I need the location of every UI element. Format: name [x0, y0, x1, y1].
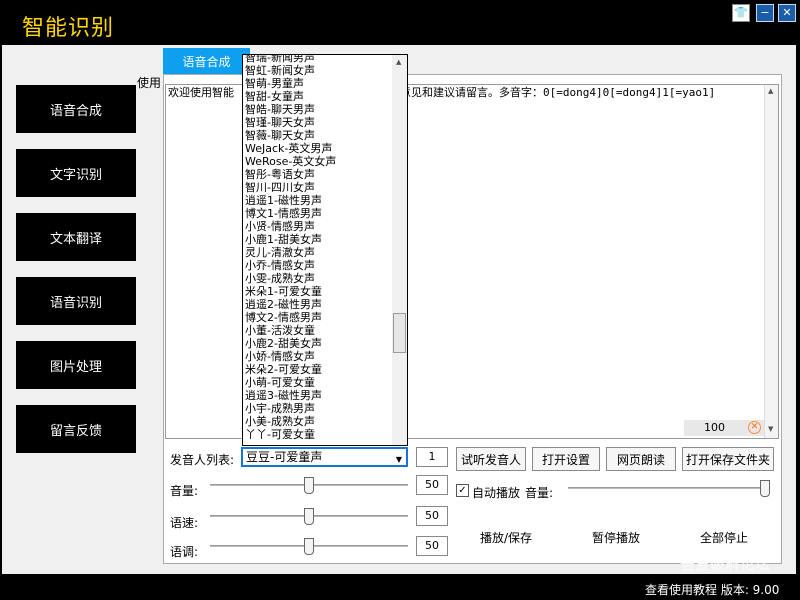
- pitch-slider[interactable]: [210, 538, 408, 555]
- open-settings-button[interactable]: 打开设置: [532, 447, 600, 471]
- voice-list-label: 发音人列表:: [170, 453, 235, 467]
- dropdown-option[interactable]: 智萌-男童声: [245, 77, 393, 90]
- dropdown-option[interactable]: 逍遥2-磁性男声: [245, 298, 393, 311]
- sidebar-item-speech-synthesis[interactable]: 语音合成: [16, 85, 136, 133]
- slider-thumb[interactable]: [304, 477, 314, 494]
- status-bar-text[interactable]: 查看使用教程 版本: 9.00: [645, 581, 779, 598]
- app-title: 智能识别: [22, 16, 115, 41]
- autoplay-label: 自动播放: [472, 486, 521, 500]
- dropdown-option[interactable]: 小娇-情感女声: [245, 350, 393, 363]
- dropdown-option[interactable]: 智甜-女童声: [245, 90, 393, 103]
- slider-track: [568, 487, 770, 489]
- stop-all-button[interactable]: 全部停止: [700, 529, 748, 546]
- pitch-label: 语调:: [170, 545, 199, 559]
- pitch-value-field[interactable]: 50: [416, 536, 448, 556]
- dropdown-option[interactable]: 小宇-成熟男声: [245, 402, 393, 415]
- dropdown-option[interactable]: 逍遥1-磁性男声: [245, 194, 393, 207]
- watermark: 吾爱破解论坛: [680, 555, 771, 573]
- play-save-button[interactable]: 播放/保存: [480, 529, 532, 546]
- app-window: 智能识别 👕 − ✕ 使用，如果有用请支持。 语音合成 文字识别 文本翻译 语音…: [0, 0, 800, 600]
- scroll-up-icon[interactable]: ▲: [768, 87, 773, 95]
- voice-index-field[interactable]: 1: [416, 447, 448, 467]
- voice-options: 智瑞-新闻男声 智虹-新闻女声 智萌-男童声 智甜-女童声 智皓-聊天男声 智瑾-聊天女声…: [245, 55, 393, 441]
- minimize-button[interactable]: −: [756, 4, 774, 22]
- slider-thumb[interactable]: [304, 538, 314, 555]
- scroll-thumb[interactable]: [393, 313, 406, 353]
- tab-speech-synthesis[interactable]: 语音合成: [163, 48, 250, 74]
- scroll-up-icon[interactable]: ▲: [396, 58, 401, 66]
- autoplay-checkbox[interactable]: ✓: [456, 484, 469, 497]
- volume-label: 音量:: [170, 484, 199, 498]
- volume-slider[interactable]: [210, 477, 408, 494]
- scroll-down-icon[interactable]: ▼: [768, 425, 773, 433]
- editor-text-left: 欢迎使用智能: [168, 86, 234, 99]
- dropdown-option[interactable]: 小鹿1-甜美女声: [245, 233, 393, 246]
- voice-selected-value: 豆豆-可爱童声: [246, 450, 323, 464]
- dropdown-option[interactable]: WeJack-英文男声: [245, 142, 393, 155]
- dropdown-option[interactable]: 米朵2-可爱女童: [245, 363, 393, 376]
- play-volume-label: 音量:: [525, 486, 554, 500]
- skin-icon[interactable]: 👕: [732, 4, 750, 22]
- dropdown-option[interactable]: 小乔-情感女声: [245, 259, 393, 272]
- dropdown-option[interactable]: 智瑞-新闻男声: [245, 55, 393, 64]
- sidebar-item-image-processing[interactable]: 图片处理: [16, 341, 136, 389]
- sidebar-item-speech-recognition[interactable]: 语音识别: [16, 277, 136, 325]
- speed-slider[interactable]: [210, 508, 408, 525]
- dropdown-option[interactable]: 智薇-聊天女声: [245, 129, 393, 142]
- dropdown-option[interactable]: 小贤-情感男声: [245, 220, 393, 233]
- speed-label: 语速:: [170, 516, 199, 530]
- dropdown-option[interactable]: 逍遥3-磁性男声: [245, 389, 393, 402]
- dropdown-option[interactable]: 小鹿2-甜美女声: [245, 337, 393, 350]
- slider-thumb[interactable]: [304, 508, 314, 525]
- voice-select[interactable]: 豆豆-可爱童声 ▼: [241, 447, 408, 467]
- dropdown-option[interactable]: 博文2-情感男声: [245, 311, 393, 324]
- sidebar-item-feedback[interactable]: 留言反馈: [16, 405, 136, 453]
- close-button[interactable]: ✕: [778, 4, 796, 22]
- dropdown-scrollbar[interactable]: ▲: [392, 55, 407, 445]
- dropdown-option[interactable]: 智虹-新闻女声: [245, 64, 393, 77]
- open-save-folder-button[interactable]: 打开保存文件夹: [682, 447, 774, 471]
- pause-button[interactable]: 暂停播放: [592, 529, 640, 546]
- dropdown-option[interactable]: 小萌-可爱女童: [245, 376, 393, 389]
- dropdown-option[interactable]: 灵儿-清澈女声: [245, 246, 393, 259]
- sidebar-item-text-translation[interactable]: 文本翻译: [16, 213, 136, 261]
- dropdown-option[interactable]: 智瑾-聊天女声: [245, 116, 393, 129]
- preview-voice-button[interactable]: 试听发音人: [456, 447, 526, 471]
- dropdown-option[interactable]: 丫丫-可爱女童: [245, 428, 393, 441]
- dropdown-option[interactable]: 智川-四川女声: [245, 181, 393, 194]
- clear-icon[interactable]: ✕: [748, 421, 761, 434]
- dropdown-option[interactable]: 智皓-聊天男声: [245, 103, 393, 116]
- voice-dropdown-list[interactable]: 智瑞-新闻男声 智虹-新闻女声 智萌-男童声 智甜-女童声 智皓-聊天男声 智瑾-聊天女声…: [242, 54, 408, 446]
- dropdown-option[interactable]: 小董-活泼女童: [245, 324, 393, 337]
- slider-thumb[interactable]: [760, 480, 770, 497]
- play-volume-slider[interactable]: [568, 480, 770, 497]
- dropdown-option[interactable]: 米朵1-可爱女童: [245, 285, 393, 298]
- web-read-button[interactable]: 网页朗读: [606, 447, 676, 471]
- dropdown-option[interactable]: 博文1-情感男声: [245, 207, 393, 220]
- sidebar-item-text-recognition[interactable]: 文字识别: [16, 149, 136, 197]
- editor-scrollbar[interactable]: ▲ ▼: [764, 85, 778, 438]
- dropdown-option[interactable]: 小雯-成熟女声: [245, 272, 393, 285]
- title-bar: 智能识别 👕 − ✕: [0, 0, 800, 45]
- speed-value-field[interactable]: 50: [416, 506, 448, 526]
- editor-text-right: 意见和建议请留言。多音字：0[=dong4]0[=dong4]1[=yao1]: [400, 86, 716, 99]
- dropdown-option[interactable]: WeRose-英文女声: [245, 155, 393, 168]
- chevron-down-icon[interactable]: ▼: [396, 452, 402, 468]
- volume-value-field[interactable]: 50: [416, 475, 448, 495]
- dropdown-option[interactable]: 智彤-粤语女声: [245, 168, 393, 181]
- dropdown-option[interactable]: 小美-成熟女声: [245, 415, 393, 428]
